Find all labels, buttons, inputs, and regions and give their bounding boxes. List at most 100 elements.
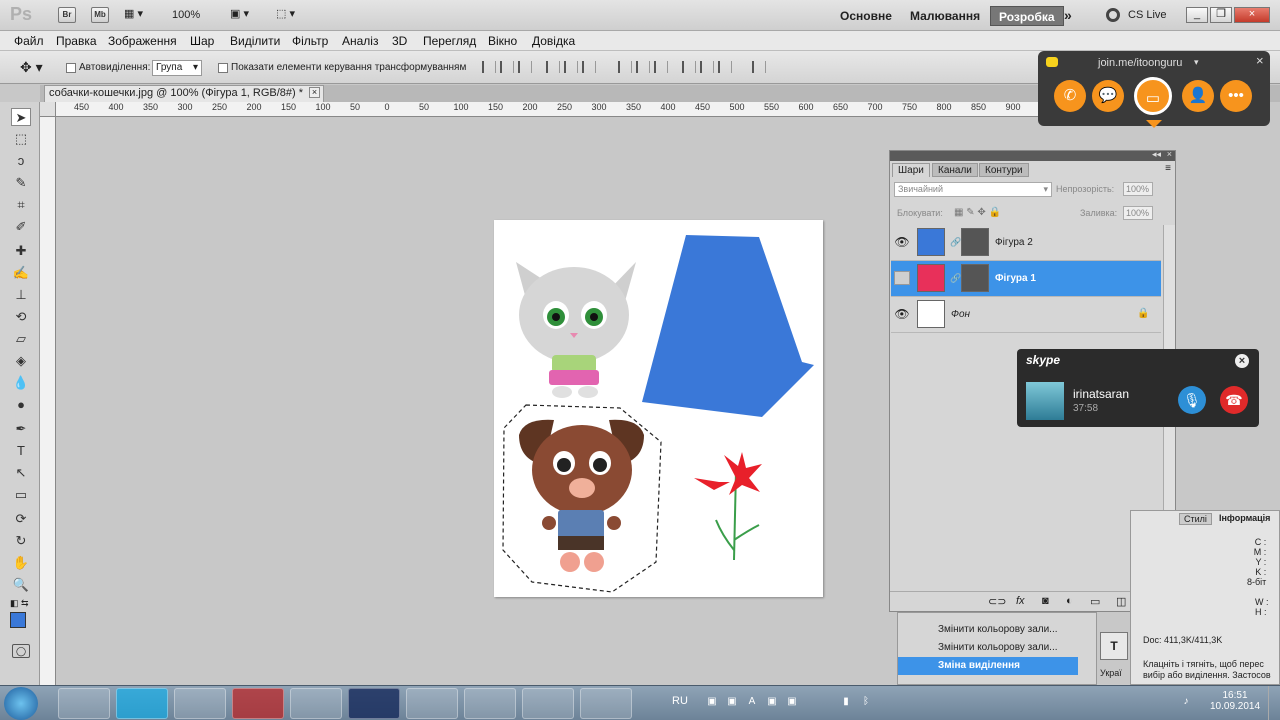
link-icon[interactable]: 🔗 [950,273,961,284]
new-layer-icon[interactable]: ◫ [1116,595,1126,608]
auto-select-checkbox[interactable] [66,62,76,74]
visibility-eye-icon[interactable]: 👁 [894,235,910,249]
move-tool-icon[interactable]: ➤ [11,108,31,126]
tray-icon[interactable]: ▣ [706,696,718,708]
align-hcenter-icon[interactable] [564,61,578,73]
paint-bucket-tool-icon[interactable]: ◈ [11,352,31,370]
brush-tool-icon[interactable]: ✍ [11,264,31,282]
workspace-painting[interactable]: Малювання [902,6,988,26]
quick-select-tool-icon[interactable]: ✎ [11,174,31,192]
document-canvas[interactable] [494,220,823,597]
tab-channels[interactable]: Канали [932,163,978,177]
vector-mask-thumbnail[interactable] [961,228,989,256]
start-button[interactable] [4,687,38,720]
character-panel-icon[interactable]: T [1100,632,1128,660]
lasso-tool-icon[interactable]: ↄ [11,152,31,170]
language-indicator[interactable]: RU [672,695,688,707]
align-right-icon[interactable] [582,61,596,73]
joinme-taskbar-icon[interactable] [464,688,516,719]
layer-row-shape-2[interactable]: 👁 🔗 Фігура 2 [891,225,1161,261]
icq-taskbar-icon[interactable] [290,688,342,719]
tab-info[interactable]: Інформація [1219,513,1270,523]
distribute-hcenter-icon[interactable] [700,61,714,73]
default-colors-icon[interactable]: ◧ ⇆ [10,598,29,609]
menu-edit[interactable]: Правка [56,34,97,48]
arrange-documents-dropdown[interactable]: ▣ ▾ [230,7,249,20]
crop-tool-icon[interactable]: ⌗ [11,196,31,214]
new-group-icon[interactable]: ▭ [1090,595,1100,608]
layer-style-icon[interactable]: fx [1016,595,1025,607]
healing-brush-tool-icon[interactable]: ✚ [11,242,31,260]
joinme-screenshare-icon[interactable]: ▭ [1134,77,1172,115]
recorder-taskbar-icon[interactable] [580,688,632,719]
foreground-color-swatch[interactable] [10,612,26,628]
joinme-close[interactable]: × [1256,53,1264,68]
photoshop-taskbar-icon[interactable] [348,688,400,719]
vector-mask-thumbnail[interactable] [961,264,989,292]
clock[interactable]: 16:51 10.09.2014 [1210,690,1260,712]
menu-file[interactable]: Файл [14,34,44,48]
show-desktop-button[interactable] [1268,686,1280,720]
align-vcenter-icon[interactable] [500,61,514,73]
menu-window[interactable]: Вікно [488,34,517,48]
menu-3d[interactable]: 3D [392,34,407,48]
flash-taskbar-icon[interactable] [232,688,284,719]
clone-stamp-tool-icon[interactable]: ⊥ [11,286,31,304]
distribute-top-icon[interactable] [618,61,632,73]
fill-field[interactable]: 100% [1123,206,1153,220]
opacity-field[interactable]: 100% [1123,182,1153,196]
joinme-url-dropdown-icon[interactable]: ▾ [1194,57,1199,68]
mini-bridge-button[interactable]: Mb [91,7,109,23]
layer-row-shape-1[interactable]: 🔗 Фігура 1 [891,261,1161,297]
eraser-tool-icon[interactable]: ▱ [11,330,31,348]
more-workspaces-icon[interactable]: » [1064,7,1072,23]
cs-live-button[interactable]: CS Live [1128,9,1167,21]
chrome-taskbar-icon[interactable] [58,688,110,719]
distribute-left-icon[interactable] [682,61,696,73]
auto-select-dropdown[interactable]: Група ▾ [152,60,202,76]
collapse-panel-icon[interactable]: ◂◂ [1152,149,1161,160]
layer-row-background[interactable]: 👁 Фон 🔒 [891,297,1161,333]
history-item[interactable]: Зміна виділення [898,657,1078,675]
close-panel-icon[interactable]: × [1167,149,1172,159]
align-bottom-icon[interactable] [518,61,532,73]
history-item[interactable]: Змінити кольорову зали... [898,639,1078,657]
menu-view[interactable]: Перегляд [423,34,476,48]
joinme-chat-icon[interactable]: 💬 [1092,80,1124,112]
history-item[interactable]: Змінити кольорову зали... [898,621,1078,639]
adjustment-layer-icon[interactable]: ◐ [1066,595,1073,607]
menu-help[interactable]: Довідка [532,34,575,48]
hangup-icon[interactable]: ☎ [1220,386,1248,414]
minimize-button[interactable]: _ [1186,7,1208,23]
type-tool-icon[interactable]: T [11,442,31,460]
layers-panel-header[interactable]: ◂◂ × [890,149,1175,161]
joinme-phone-icon[interactable]: ✆ [1054,80,1086,112]
skype-close-icon[interactable]: × [1235,354,1249,368]
menu-select[interactable]: Виділити [230,34,280,48]
signal-icon[interactable]: ▮ [840,696,852,708]
joinme-more-icon[interactable]: ••• [1220,80,1252,112]
close-tab-icon[interactable]: × [309,87,320,98]
bluetooth-icon[interactable]: ᛒ [860,696,872,708]
microphone-icon[interactable]: 🎙 [1178,386,1206,414]
move-tool-preset-icon[interactable]: ✥ ▾ [20,59,43,76]
link-layers-icon[interactable]: ⊂⊃ [988,595,1006,608]
tab-paths[interactable]: Контури [979,163,1029,177]
menu-analysis[interactable]: Аналіз [342,34,378,48]
menu-image[interactable]: Зображення [108,34,177,48]
eyedropper-tool-icon[interactable]: ✐ [11,218,31,236]
visibility-toggle-empty[interactable] [894,271,910,285]
history-brush-tool-icon[interactable]: ⟲ [11,308,31,326]
tab-styles[interactable]: Стилі [1179,513,1212,525]
visibility-eye-icon[interactable]: 👁 [894,307,910,321]
align-top-icon[interactable] [482,61,496,73]
pen-tool-icon[interactable]: ✒ [11,420,31,438]
close-button[interactable]: × [1234,7,1270,23]
explorer-taskbar-icon[interactable] [174,688,226,719]
distribute-right-icon[interactable] [718,61,732,73]
tray-icon[interactable]: ▣ [786,696,798,708]
distribute-vcenter-icon[interactable] [636,61,650,73]
volume-icon[interactable]: ♪ [1180,696,1192,708]
blur-tool-icon[interactable]: 💧 [11,374,31,392]
skype-taskbar-icon[interactable] [116,688,168,719]
